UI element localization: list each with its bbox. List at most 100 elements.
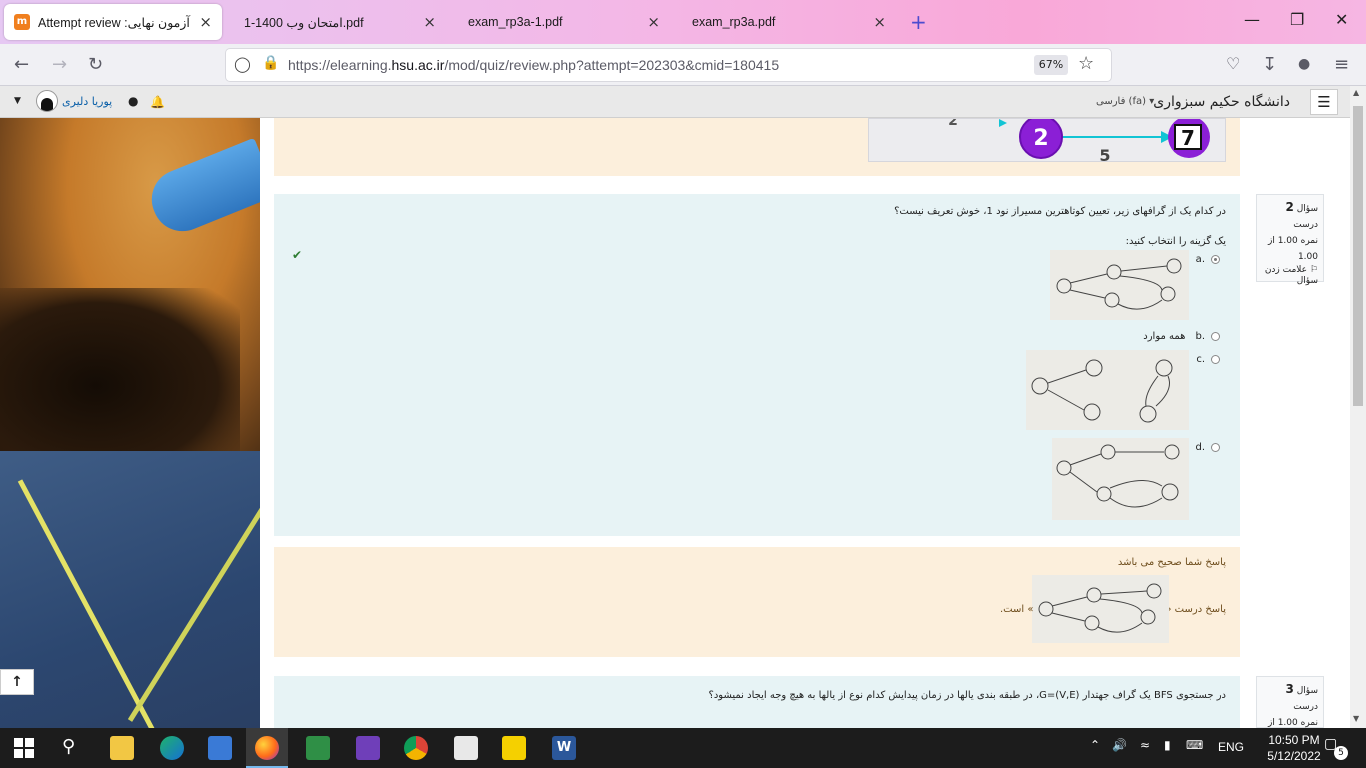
windows-taskbar: ⚲ W ⌃ 🔊 ≈ ▮ ⌨ ENG 10:50 PM 5/12/2022 ▢ 5	[0, 728, 1366, 768]
firefox-icon	[255, 736, 279, 760]
question-label: سؤال	[1296, 686, 1318, 696]
messages-icon[interactable]: ●	[128, 94, 138, 108]
correct-answer-message: پاسخ شما صحیح می باشد	[1117, 557, 1226, 568]
graph-edge-label: 5	[1099, 146, 1110, 163]
graph-node-7: 7	[1181, 126, 1195, 150]
radio-option-c[interactable]	[1211, 355, 1220, 364]
question-grade: نمره 1.00 از 1.00	[1267, 236, 1318, 262]
option-b[interactable]: .b همه موارد	[1143, 331, 1220, 342]
question-state: درست	[1293, 220, 1318, 230]
page-scrollbar[interactable]: ▲ ▼	[1350, 86, 1366, 728]
new-tab-button[interactable]: +	[910, 10, 927, 34]
question-label: سؤال	[1296, 204, 1318, 214]
zoom-level-button[interactable]: 67%	[1034, 55, 1068, 75]
address-bar[interactable]: ◯ 🔒 https://elearning.hsu.ac.ir/mod/quiz…	[226, 49, 1111, 81]
tab-pdf-1[interactable]: امتحان وب 1400-1.pdf ×	[226, 4, 446, 40]
reload-icon[interactable]: ↻	[88, 54, 103, 75]
tab-pdf-3[interactable]: exam_rp3a.pdf ×	[674, 4, 896, 40]
tab-title: exam_rp3a.pdf	[692, 15, 776, 29]
notification-bell-icon[interactable]: 🔔	[150, 95, 165, 109]
keyboard-icon[interactable]: ⌨	[1186, 738, 1203, 752]
kmplayer-icon[interactable]	[502, 736, 526, 760]
option-c[interactable]: .c	[1196, 354, 1220, 365]
tab-title: exam_rp3a-1.pdf	[468, 15, 563, 29]
back-to-top-button[interactable]: ↑	[0, 669, 34, 695]
chevron-up-icon[interactable]: ⌃	[1090, 738, 1100, 752]
option-d[interactable]: .d	[1195, 442, 1220, 453]
option-a[interactable]: .a	[1196, 254, 1220, 265]
flag-icon: ⚐	[1309, 265, 1318, 275]
avatar[interactable]	[36, 90, 58, 112]
question1-graph-image: 2 7 5 2	[868, 113, 1226, 165]
language-menu[interactable]: فارسی (fa) ▾	[1096, 96, 1154, 107]
correct-checkmark-icon: ✔	[292, 248, 303, 262]
hamburger-menu-icon[interactable]: ☰	[1310, 89, 1338, 115]
scroll-up-icon[interactable]: ▲	[1353, 88, 1359, 97]
question3-info-box: سؤال 3 درست نمره 1.00 از 1.00	[1256, 676, 1324, 744]
url-text[interactable]: https://elearning.hsu.ac.ir/mod/quiz/rev…	[288, 57, 779, 73]
extension-icon[interactable]: ●	[1298, 56, 1310, 72]
question-number: 2	[1285, 200, 1294, 214]
close-tab-icon[interactable]: ×	[423, 13, 436, 31]
app-icon[interactable]	[454, 736, 478, 760]
search-icon[interactable]: ⚲	[62, 736, 75, 757]
right-answer-prefix: پاسخ درست «	[1165, 604, 1226, 615]
forward-arrow-icon[interactable]: →	[52, 54, 67, 75]
tab-attempt-review[interactable]: m Attempt review :آزمون نهایی ×	[4, 4, 222, 40]
radio-option-d[interactable]	[1211, 443, 1220, 452]
shield-icon[interactable]: ◯	[234, 55, 251, 73]
browser-tab-strip: m Attempt review :آزمون نهایی × امتحان و…	[0, 0, 1366, 44]
user-menu-caret-icon[interactable]: ▼	[14, 96, 21, 106]
radio-option-a[interactable]	[1211, 255, 1220, 264]
graph-node-2: 2	[1033, 126, 1048, 151]
close-tab-icon[interactable]: ×	[873, 13, 886, 31]
question-number: 3	[1285, 682, 1294, 696]
option-d-graph-image	[1052, 438, 1189, 520]
app-icon[interactable]	[306, 736, 330, 760]
chrome-icon[interactable]	[404, 736, 428, 760]
volume-icon[interactable]: 🔊	[1112, 738, 1127, 752]
scrollbar-thumb[interactable]	[1353, 106, 1363, 406]
restore-icon[interactable]: ❐	[1290, 10, 1304, 29]
input-language[interactable]: ENG	[1218, 740, 1244, 754]
user-name[interactable]: پوریا دلیری	[62, 95, 112, 108]
word-icon[interactable]: W	[552, 736, 576, 760]
file-explorer-icon[interactable]	[110, 736, 134, 760]
download-icon[interactable]: ↧	[1262, 54, 1277, 75]
minimize-icon[interactable]: —	[1244, 10, 1260, 29]
question3-panel: در جستجوی BFS یک گراف جهتدار (G=(V,E، در…	[274, 676, 1240, 728]
moodle-favicon-icon: m	[14, 14, 30, 30]
battery-icon[interactable]: ▮	[1164, 738, 1171, 752]
close-tab-icon[interactable]: ×	[647, 13, 660, 31]
question2-feedback-panel: پاسخ شما صحیح می باشد پاسخ درست « » است.	[274, 547, 1240, 657]
store-icon[interactable]	[208, 736, 232, 760]
close-window-icon[interactable]: ✕	[1335, 10, 1348, 29]
windows-start-icon[interactable]	[14, 738, 34, 758]
scroll-down-icon[interactable]: ▼	[1353, 714, 1359, 723]
pocket-icon[interactable]: ♡	[1226, 54, 1240, 73]
bookmark-star-icon[interactable]: ☆	[1078, 53, 1094, 74]
site-name[interactable]: دانشگاه حکیم سبزواری	[1153, 94, 1290, 110]
background-photo	[0, 118, 260, 728]
menu-icon[interactable]: ≡	[1334, 54, 1349, 75]
close-tab-icon[interactable]: ×	[199, 13, 212, 31]
lock-icon[interactable]: 🔒	[262, 55, 279, 71]
navigation-toolbar: ← → ↻ ◯ 🔒 https://elearning.hsu.ac.ir/mo…	[0, 44, 1366, 86]
question2-prompt: یک گزینه را انتخاب کنید:	[1125, 236, 1226, 247]
back-arrow-icon[interactable]: ←	[14, 54, 29, 75]
wifi-icon[interactable]: ≈	[1140, 738, 1150, 752]
visual-studio-icon[interactable]	[356, 736, 380, 760]
question1-feedback-panel: 2 7 5 2	[274, 113, 1240, 176]
radio-option-b[interactable]	[1211, 332, 1220, 341]
question-state: درست	[1293, 702, 1318, 712]
flag-question-link[interactable]: ⚐ علامت زدن سؤال	[1262, 265, 1318, 287]
firefox-taskbar-item[interactable]	[246, 728, 288, 768]
site-header: ☰ دانشگاه حکیم سبزواری فارسی (fa) ▾ 🔔 ● …	[0, 86, 1350, 118]
graph-partial-label: 2	[948, 119, 958, 129]
tab-pdf-2[interactable]: exam_rp3a-1.pdf ×	[450, 4, 670, 40]
notification-count-badge: 5	[1334, 746, 1348, 760]
option-b-text: همه موارد	[1143, 331, 1186, 342]
system-clock[interactable]: 10:50 PM 5/12/2022	[1256, 732, 1332, 764]
tab-title: امتحان وب 1400-1.pdf	[244, 15, 364, 30]
edge-browser-icon[interactable]	[160, 736, 184, 760]
